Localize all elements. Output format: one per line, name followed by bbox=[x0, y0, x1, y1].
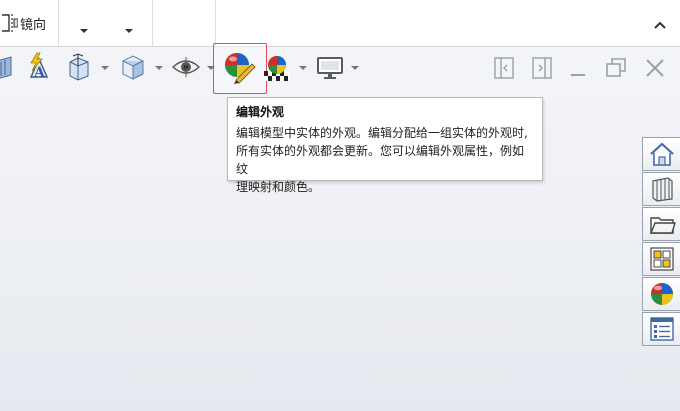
view-orientation-button[interactable]: A bbox=[22, 48, 56, 86]
tooltip-line: 编辑模型中实体的外观。编辑分配给一组实体的外观时, bbox=[236, 126, 528, 140]
command-ribbon: 镜向 bbox=[0, 0, 680, 47]
tooltip-body: 编辑模型中实体的外观。编辑分配给一组实体的外观时, 所有实体的外观都会更新。您可… bbox=[236, 124, 534, 196]
ribbon-separator bbox=[58, 0, 59, 46]
apply-scene-icon bbox=[264, 56, 290, 81]
close-icon[interactable] bbox=[643, 56, 667, 80]
tab-solidworks-resources[interactable] bbox=[642, 137, 680, 171]
custom-properties-icon bbox=[649, 317, 674, 341]
chevron-down-icon[interactable] bbox=[155, 65, 163, 71]
hide-show-items-button[interactable] bbox=[169, 48, 203, 86]
shaded-view-button[interactable] bbox=[116, 48, 150, 86]
ribbon-separator bbox=[152, 0, 153, 46]
edit-appearance-button[interactable] bbox=[213, 43, 267, 94]
tab-appearances-scenes[interactable] bbox=[642, 277, 680, 311]
design-library-icon bbox=[651, 177, 673, 202]
tooltip-title: 编辑外观 bbox=[236, 105, 285, 119]
tab-design-library[interactable] bbox=[642, 172, 680, 206]
section-view-icon bbox=[0, 56, 12, 79]
cube-icon bbox=[122, 55, 144, 80]
view-palette-icon bbox=[649, 247, 674, 271]
chevron-down-icon[interactable] bbox=[79, 27, 89, 35]
section-view-button[interactable] bbox=[0, 48, 22, 86]
eye-icon bbox=[171, 57, 201, 77]
tab-file-explorer[interactable] bbox=[642, 207, 680, 241]
display-style-icon bbox=[69, 53, 89, 81]
appearances-icon bbox=[650, 283, 673, 305]
chevron-down-icon[interactable] bbox=[351, 65, 359, 71]
ribbon-separator bbox=[215, 0, 216, 46]
edit-appearance-tooltip: 编辑外观 编辑模型中实体的外观。编辑分配给一组实体的外观时, 所有实体的外观都会… bbox=[227, 97, 543, 194]
tile-left-icon[interactable] bbox=[492, 56, 516, 80]
display-style-button[interactable] bbox=[62, 48, 96, 86]
edit-appearance-icon bbox=[225, 53, 256, 84]
restore-icon[interactable] bbox=[604, 56, 628, 80]
minimize-icon[interactable] bbox=[567, 56, 591, 80]
view-settings-button[interactable] bbox=[313, 51, 347, 85]
mirror-button[interactable]: 镜向 bbox=[0, 8, 46, 38]
chevron-down-icon[interactable] bbox=[101, 65, 109, 71]
mirror-label: 镜向 bbox=[20, 17, 47, 33]
apply-scene-button[interactable] bbox=[260, 50, 294, 86]
mirror-icon bbox=[2, 14, 18, 32]
tab-view-palette[interactable] bbox=[642, 242, 680, 276]
view-orientation-icon: A bbox=[29, 52, 49, 81]
tab-custom-properties[interactable] bbox=[642, 312, 680, 346]
tooltip-line: 理映射和颜色。 bbox=[236, 180, 321, 194]
collapse-ribbon-icon[interactable] bbox=[652, 18, 668, 32]
home-icon bbox=[649, 142, 674, 166]
tile-right-icon[interactable] bbox=[530, 56, 554, 80]
folder-icon bbox=[649, 217, 676, 234]
chevron-down-icon[interactable] bbox=[299, 65, 307, 71]
tooltip-line: 所有实体的外观都会更新。您可以编辑外观属性，例如纹 bbox=[236, 144, 525, 176]
chevron-down-icon[interactable] bbox=[124, 27, 134, 35]
task-pane-tabs bbox=[641, 137, 680, 351]
monitor-icon bbox=[317, 57, 343, 79]
